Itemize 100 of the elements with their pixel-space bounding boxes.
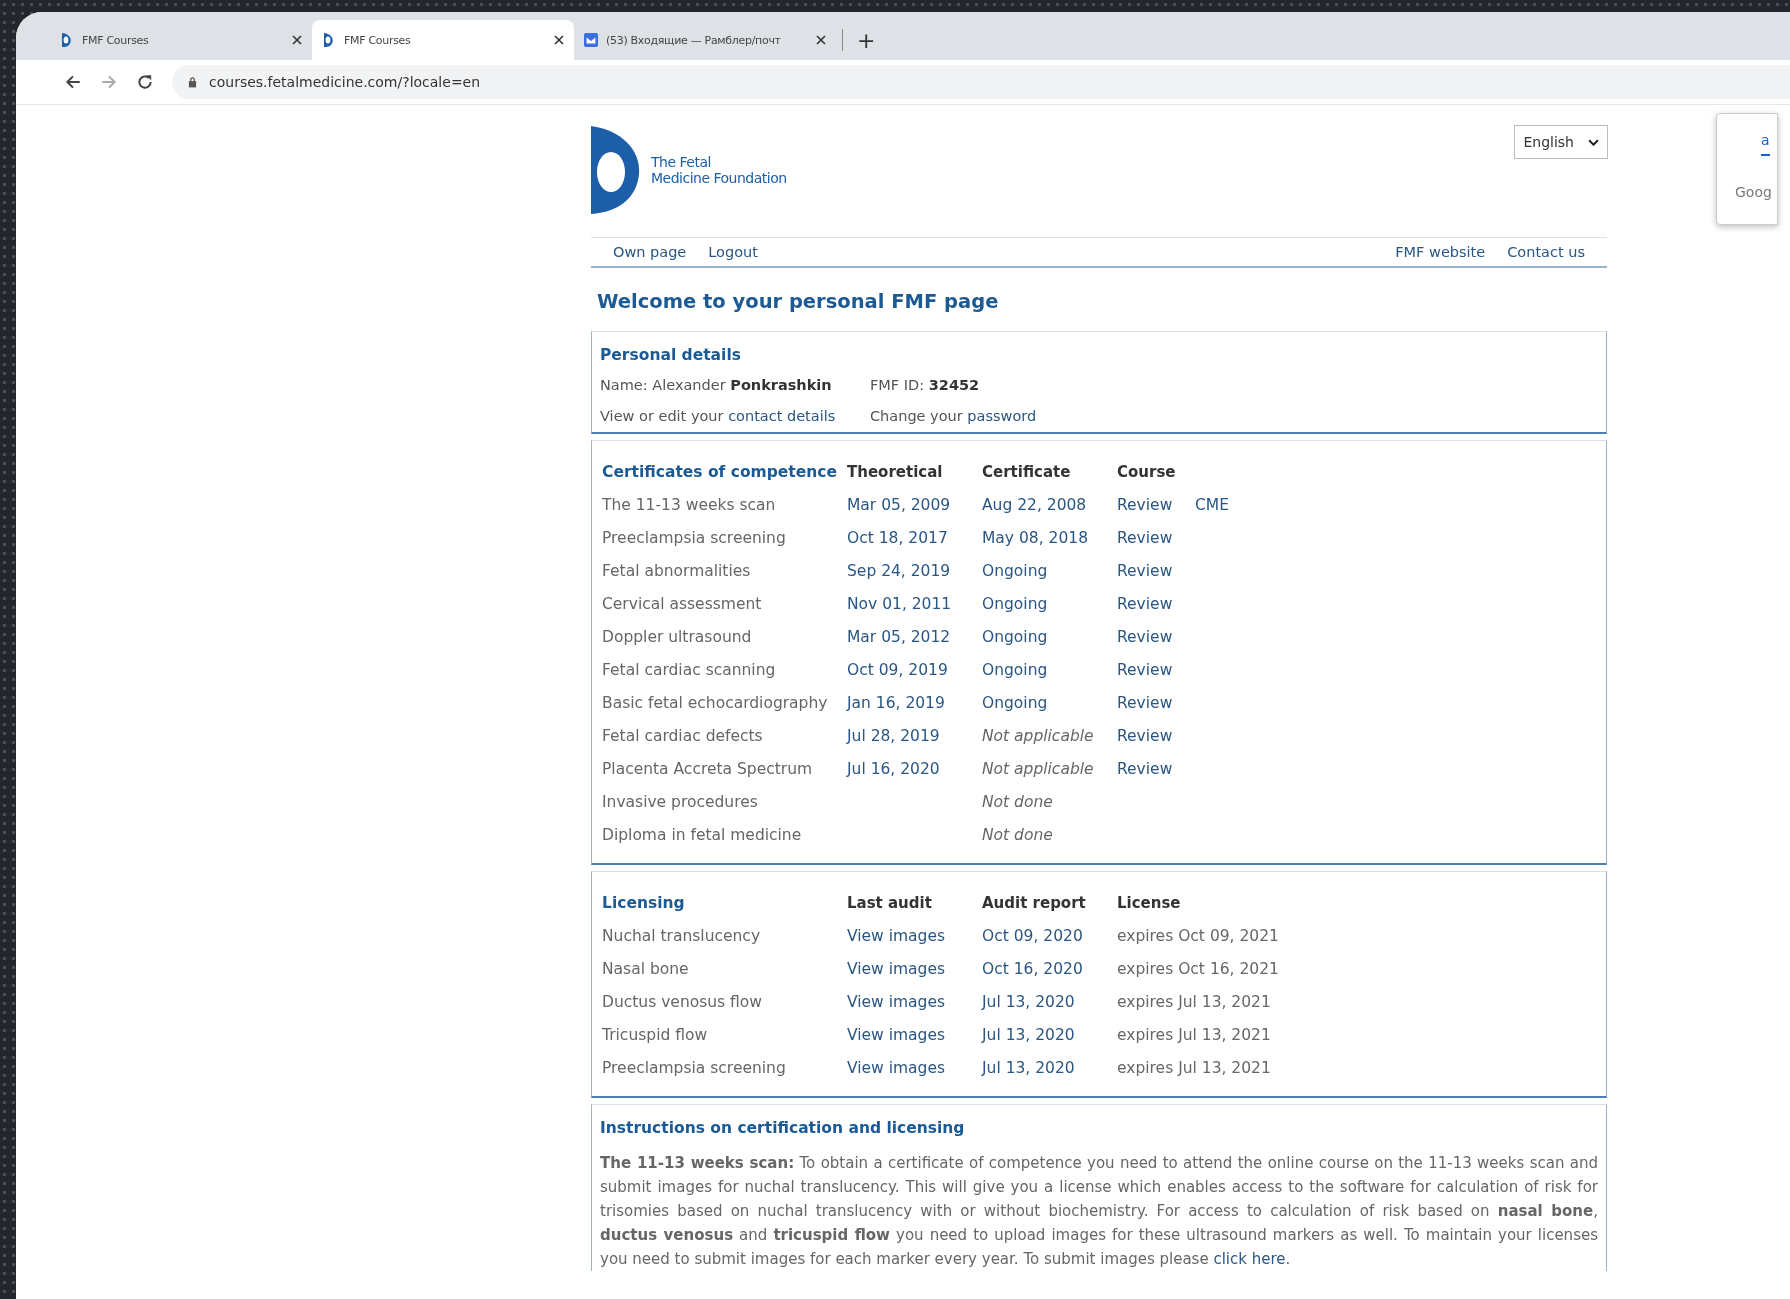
- tab-title: FMF Courses: [82, 33, 150, 47]
- column-header: Certificate: [982, 462, 1072, 481]
- table-link[interactable]: Ongoing: [982, 561, 1117, 580]
- table-link[interactable]: Ongoing: [982, 627, 1117, 646]
- password-link[interactable]: password: [967, 408, 1037, 424]
- section-title: Instructions on certification and licensing: [599, 1118, 966, 1139]
- nav-link[interactable]: Own page: [613, 244, 687, 260]
- table-cell-text: Not done: [982, 792, 1054, 811]
- edit-text: View or edit your: [600, 408, 725, 424]
- page-title: Welcome to your personal FMF page: [597, 290, 1000, 313]
- logo-text: Medicine Foundation: [651, 170, 787, 186]
- table-link[interactable]: Review: [1117, 660, 1195, 679]
- table-link[interactable]: Review: [1117, 561, 1195, 580]
- back-arrow-icon[interactable]: [64, 73, 82, 91]
- table-link[interactable]: Jul 13, 2020: [982, 1025, 1117, 1044]
- close-icon[interactable]: [554, 35, 564, 45]
- table-link[interactable]: CME: [1195, 495, 1229, 514]
- close-icon[interactable]: [292, 35, 302, 45]
- table-link[interactable]: Jul 13, 2020: [982, 1058, 1117, 1077]
- tab-title: FMF Courses: [344, 33, 412, 47]
- table-link[interactable]: View images: [847, 1058, 982, 1077]
- column-header: License: [1117, 893, 1182, 912]
- lock-icon: [188, 76, 197, 88]
- table-cell-text: Not applicable: [982, 759, 1095, 778]
- table-cell-text: Preeclampsia screening: [602, 528, 787, 547]
- popup-text: Goog: [1735, 184, 1772, 200]
- address-bar[interactable]: courses.fetalmedicine.com/?locale=en: [172, 65, 1790, 99]
- table-cell-text: Invasive procedures: [602, 792, 759, 811]
- table-cell-text: expires Oct 16, 2021: [1117, 959, 1280, 978]
- table-link[interactable]: Oct 09, 2019: [847, 660, 982, 679]
- reload-icon[interactable]: [136, 73, 154, 91]
- chevron-down-icon: [1588, 138, 1599, 146]
- new-tab-button[interactable]: +: [849, 20, 884, 60]
- table-link[interactable]: View images: [847, 992, 982, 1011]
- table-cell-text: Nuchal translucency: [602, 926, 762, 945]
- table-cell-text: expires Oct 09, 2021: [1117, 926, 1280, 945]
- table-link[interactable]: Nov 01, 2011: [847, 594, 982, 613]
- table-link[interactable]: Jan 16, 2019: [847, 693, 982, 712]
- table-cell-text: Doppler ultrasound: [602, 627, 753, 646]
- nav-link[interactable]: FMF website: [1395, 244, 1486, 260]
- table-link[interactable]: Jul 28, 2019: [847, 726, 982, 745]
- table-link[interactable]: Ongoing: [982, 660, 1117, 679]
- table-link[interactable]: Review: [1117, 627, 1195, 646]
- table-link[interactable]: Oct 09, 2020: [982, 926, 1117, 945]
- table-cell-text: Fetal cardiac defects: [602, 726, 764, 745]
- table-link[interactable]: Jul 13, 2020: [982, 992, 1117, 1011]
- table-cell-text: Cervical assessment: [602, 594, 763, 613]
- logo-icon: [591, 126, 641, 214]
- column-header: Audit report: [982, 893, 1087, 912]
- column-header: Theoretical: [847, 462, 944, 481]
- browser-tab[interactable]: (53) Входящие — Рамблер/почт: [574, 20, 836, 60]
- table-link[interactable]: View images: [847, 959, 982, 978]
- table-link[interactable]: Mar 05, 2012: [847, 627, 982, 646]
- table-cell-text: Preeclampsia screening: [602, 1058, 787, 1077]
- tab-title: (53) Входящие — Рамблер/почт: [606, 33, 782, 47]
- table-cell-text: expires Jul 13, 2021: [1117, 1058, 1272, 1077]
- table-link[interactable]: Aug 22, 2008: [982, 495, 1117, 514]
- table-cell-text: Not done: [982, 825, 1054, 844]
- section-title: Personal details: [599, 345, 742, 366]
- nav-link[interactable]: Contact us: [1507, 244, 1585, 260]
- table-link[interactable]: Jul 16, 2020: [847, 759, 982, 778]
- logo-icon: [322, 32, 336, 48]
- close-icon[interactable]: [816, 35, 826, 45]
- table-cell-text: Basic fetal echocardiography: [602, 693, 829, 712]
- section-title: Licensing: [602, 893, 686, 912]
- table-link[interactable]: Oct 18, 2017: [847, 528, 982, 547]
- table-link[interactable]: Review: [1117, 528, 1195, 547]
- table-link[interactable]: Review: [1117, 759, 1195, 778]
- table-link[interactable]: Review: [1117, 495, 1195, 514]
- table-cell-text: Ductus venosus flow: [602, 992, 764, 1011]
- browser-tab[interactable]: FMF Courses: [312, 20, 574, 60]
- table-link[interactable]: View images: [847, 1025, 982, 1044]
- table-link[interactable]: Review: [1117, 726, 1195, 745]
- table-cell-text: Diploma in fetal medicine: [602, 825, 803, 844]
- fmf-id-text: FMF ID: 32452: [870, 376, 980, 395]
- browser-tab[interactable]: FMF Courses: [50, 20, 312, 60]
- table-link[interactable]: Mar 05, 2009: [847, 495, 982, 514]
- table-cell-text: The 11-13 weeks scan: [602, 495, 777, 514]
- table-link[interactable]: Review: [1117, 693, 1195, 712]
- language-select[interactable]: English: [1514, 125, 1608, 159]
- logo-icon: [60, 32, 74, 48]
- table-cell-text: Fetal cardiac scanning: [602, 660, 777, 679]
- click-here-link[interactable]: click here: [1213, 1250, 1286, 1268]
- column-header: Course: [1117, 462, 1177, 481]
- table-cell-text: expires Jul 13, 2021: [1117, 992, 1272, 1011]
- table-cell-text: Nasal bone: [602, 959, 690, 978]
- table-link[interactable]: Ongoing: [982, 693, 1117, 712]
- table-link[interactable]: Oct 16, 2020: [982, 959, 1117, 978]
- column-header: Last audit: [847, 893, 933, 912]
- password-text: Change your: [870, 408, 964, 424]
- popup-tab[interactable]: a: [1761, 132, 1770, 156]
- table-link[interactable]: Review: [1117, 594, 1195, 613]
- table-link[interactable]: May 08, 2018: [982, 528, 1117, 547]
- table-link[interactable]: Ongoing: [982, 594, 1117, 613]
- url-text: courses.fetalmedicine.com/?locale=en: [209, 74, 481, 90]
- contact-details-link[interactable]: contact details: [728, 408, 836, 424]
- table-link[interactable]: View images: [847, 926, 982, 945]
- name-text: Name: Alexander Ponkrashkin: [600, 376, 833, 395]
- nav-link[interactable]: Logout: [708, 244, 758, 260]
- table-link[interactable]: Sep 24, 2019: [847, 561, 982, 580]
